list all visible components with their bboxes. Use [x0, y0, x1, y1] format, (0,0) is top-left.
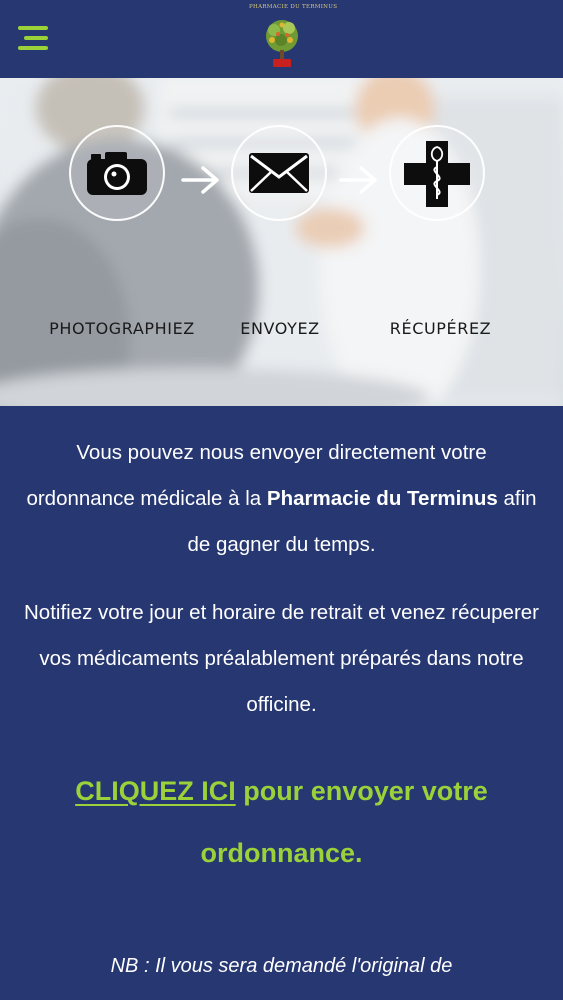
hero-banner: PHOTOGRAPHIEZ ENVOYEZ RÉCUPÉREZ	[0, 78, 563, 406]
pharmacy-cross-icon	[404, 141, 470, 207]
cta-text: pour envoyer votre ordonnance.	[200, 776, 488, 868]
camera-icon	[87, 152, 147, 195]
arrow-right-icon	[181, 166, 219, 194]
hamburger-menu-icon[interactable]	[18, 26, 52, 54]
step-circle-photographiez	[69, 125, 165, 221]
logo-text: Pharmacie du Terminus	[249, 4, 338, 10]
step-circle-recuperez	[389, 125, 485, 221]
envelope-icon	[249, 153, 309, 193]
step-label-envoyez: ENVOYEZ	[240, 319, 320, 338]
nb-note: NB : Il vous sera demandé l'original de	[110, 955, 453, 977]
tree-logo-icon	[266, 20, 298, 67]
intro-paragraph: Vous pouvez nous envoyer directement vot…	[20, 430, 543, 568]
call-to-action: CLIQUEZ ICI pour envoyer votre ordonnanc…	[20, 760, 543, 884]
pharmacy-logo[interactable]: Pharmacie du Terminus	[249, 4, 338, 72]
arrow-right-icon	[339, 166, 377, 194]
pharmacy-name: Pharmacie du Terminus	[266, 487, 498, 510]
notify-paragraph: Notifiez votre jour et horaire de retrai…	[23, 601, 540, 716]
site-header: Pharmacie du Terminus	[0, 0, 563, 78]
step-label-photographiez: PHOTOGRAPHIEZ	[49, 319, 195, 338]
cliquez-ici-link[interactable]: CLIQUEZ ICI	[75, 776, 236, 806]
step-label-recuperez: RÉCUPÉREZ	[389, 319, 492, 338]
main-content: Vous pouvez nous envoyer directement vot…	[0, 406, 563, 1000]
step-circle-envoyez	[231, 125, 327, 221]
